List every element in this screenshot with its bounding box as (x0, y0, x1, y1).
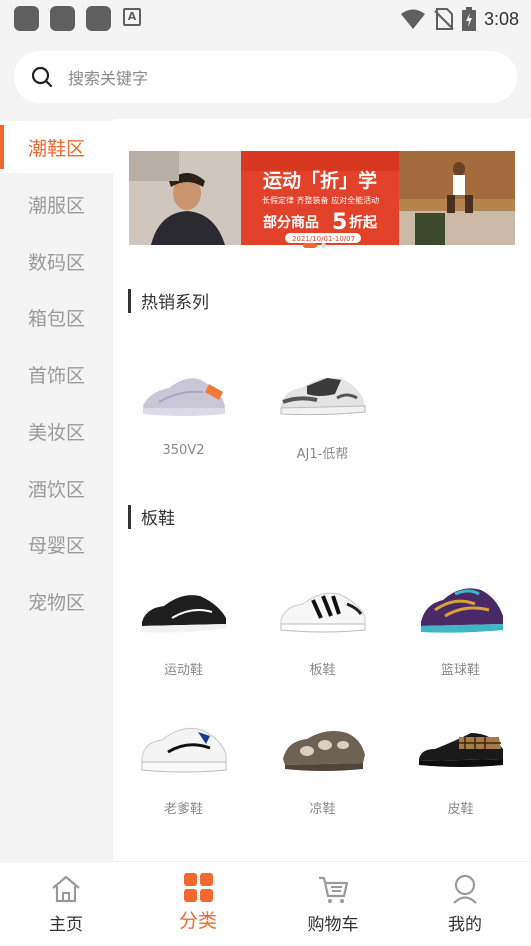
tab-label: 我的 (448, 915, 482, 935)
sidebar-item-drinks[interactable]: 酒饮区 (0, 462, 113, 514)
search-placeholder: 搜索关键字 (68, 69, 149, 88)
sidebar-item-pets[interactable]: 宠物区 (0, 575, 113, 627)
svg-text:折起: 折起 (349, 214, 378, 231)
category-sidebar: 潮鞋区 潮服区 数码区 箱包区 首饰区 美妆区 酒饮区 母婴区 宠物区 (0, 119, 113, 861)
sidebar-item-trendy-clothing[interactable]: 潮服区 (0, 178, 113, 230)
sneaker-aj1-image (253, 344, 392, 439)
section-title-text: 热销系列 (141, 293, 209, 313)
section-title-board-shoes: 板鞋 (128, 504, 175, 529)
wifi-icon (400, 9, 425, 29)
product-tile[interactable]: 运动鞋 (114, 560, 253, 678)
tab-label: 分类 (178, 910, 217, 932)
no-sim-icon (434, 8, 454, 30)
cart-icon (319, 876, 349, 903)
profile-icon (453, 874, 477, 904)
tab-cart[interactable]: 购物车 (267, 862, 399, 946)
product-label: 凉鞋 (309, 802, 336, 817)
section-title-text: 板鞋 (141, 509, 175, 529)
sidebar-item-beauty[interactable]: 美妆区 (0, 405, 113, 457)
product-label: 皮鞋 (447, 802, 474, 817)
tab-home[interactable]: 主页 (0, 862, 132, 946)
product-label: 运动鞋 (163, 663, 203, 678)
tab-label: 购物车 (307, 915, 359, 935)
clock-time: 3:08 (483, 8, 519, 29)
banner-dot (321, 243, 326, 248)
skate-shoe-image (253, 560, 392, 655)
sidebar-item-trendy-shoes[interactable]: 潮鞋区 (0, 121, 113, 173)
product-label: 板鞋 (309, 663, 336, 678)
search-icon (31, 66, 53, 88)
category-icon (184, 873, 213, 902)
basketball-shoe-image (391, 560, 530, 655)
battery-charging-icon (461, 7, 476, 31)
leather-shoe-image (391, 699, 530, 794)
sneaker-yeezy-image (114, 344, 253, 439)
app-notification-icon (50, 6, 75, 31)
app-notification-icon (86, 6, 111, 31)
dad-shoe-image (114, 699, 253, 794)
product-tile[interactable]: 350V2 (114, 344, 253, 458)
tab-category[interactable]: 分类 (132, 862, 264, 946)
tab-profile[interactable]: 我的 (399, 862, 531, 946)
product-tile[interactable]: 板鞋 (253, 560, 392, 678)
promo-banner-image: 运动「折」学 长假定律 齐整装备 应对全能活动 部分商品 5 折起 2021/1… (129, 151, 515, 245)
app-notification-icon (14, 6, 39, 31)
section-title-bar (128, 504, 131, 529)
product-tile[interactable]: 凉鞋 (253, 699, 392, 817)
product-label: 篮球鞋 (440, 663, 480, 678)
banner-pagination (303, 243, 333, 248)
product-tile[interactable]: 篮球鞋 (391, 560, 530, 678)
promo-banner[interactable]: 运动「折」学 长假定律 齐整装备 应对全能活动 部分商品 5 折起 2021/1… (129, 151, 515, 245)
svg-text:2021/10/01-10/07: 2021/10/01-10/07 (292, 235, 355, 243)
sidebar-item-mother-baby[interactable]: 母婴区 (0, 518, 113, 570)
status-bar: A 3:08 (0, 0, 531, 38)
running-shoe-image (114, 560, 253, 655)
section-title-hot-series: 热销系列 (128, 288, 209, 313)
product-label: 350V2 (162, 443, 205, 458)
notification-badge-icon: A (123, 8, 141, 26)
bottom-tab-bar: 主页 分类 购物车 我的 (0, 861, 531, 945)
search-bar[interactable]: 搜索关键字 (14, 51, 517, 103)
sidebar-item-bags[interactable]: 箱包区 (0, 291, 113, 343)
sandal-image (253, 699, 392, 794)
product-label: AJ1-低帮 (296, 447, 349, 462)
sidebar-item-digital[interactable]: 数码区 (0, 235, 113, 287)
svg-text:部分商品: 部分商品 (263, 214, 319, 231)
home-icon (52, 875, 80, 903)
section-title-bar (128, 288, 131, 313)
product-tile[interactable]: 老爹鞋 (114, 699, 253, 817)
category-content: 运动「折」学 长假定律 齐整装备 应对全能活动 部分商品 5 折起 2021/1… (113, 119, 531, 861)
svg-text:长假定律 齐整装备 应对全能活动: 长假定律 齐整装备 应对全能活动 (262, 195, 379, 205)
svg-text:5: 5 (332, 210, 347, 235)
product-tile[interactable]: AJ1-低帮 (253, 344, 392, 462)
tab-label: 主页 (49, 915, 83, 935)
banner-dot-active (303, 243, 317, 248)
product-tile[interactable]: 皮鞋 (391, 699, 530, 817)
svg-text:运动「折」学: 运动「折」学 (263, 169, 377, 192)
product-label: 老爹鞋 (163, 802, 203, 817)
sidebar-item-jewelry[interactable]: 首饰区 (0, 348, 113, 400)
